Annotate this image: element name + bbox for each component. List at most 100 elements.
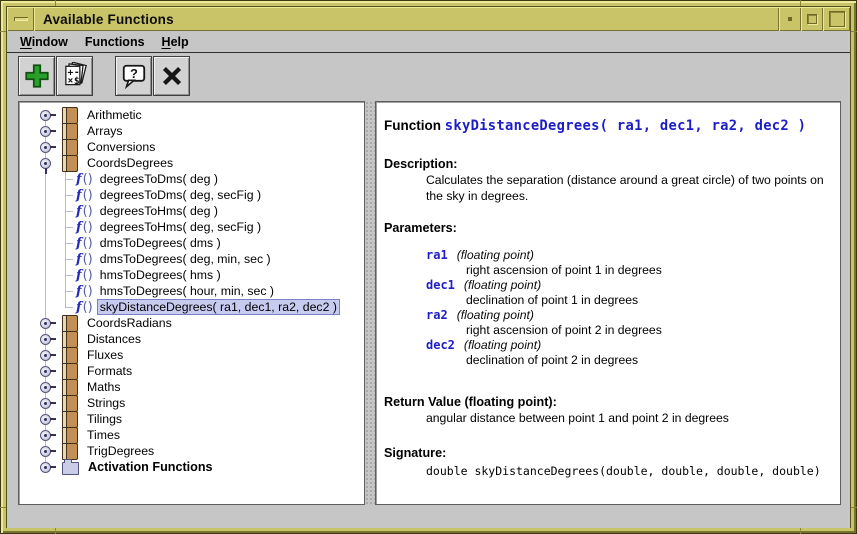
signature-code: double skyDistanceDegrees(double, double… (426, 464, 832, 478)
tree-connector (65, 291, 73, 292)
tree-item-arithmetic[interactable]: Arithmetic (19, 107, 364, 123)
tree-item-coordsradians[interactable]: CoordsRadians (19, 315, 364, 331)
tree-item-label: hmsToDegrees( hour, min, sec ) (97, 284, 277, 298)
menu-functions[interactable]: Functions (85, 35, 145, 49)
book-icon (62, 123, 78, 140)
tree-item-dmstodegrees-dms[interactable]: f()dmsToDegrees( dms ) (19, 235, 364, 251)
expand-handle-icon[interactable] (40, 350, 51, 361)
expand-handle-icon[interactable] (40, 382, 51, 393)
tree-item-label: TrigDegrees (84, 444, 157, 458)
expand-handle-icon[interactable] (40, 430, 51, 441)
param-description: right ascension of point 1 in degrees (466, 263, 832, 278)
tree-item-label: Tilings (84, 412, 125, 426)
expand-handle-icon[interactable] (40, 366, 51, 377)
frame-seam (55, 0, 56, 7)
function-icon: f() (76, 253, 93, 265)
function-icon: f() (76, 205, 93, 217)
function-tree: ArithmeticArraysConversionsCoordsDegrees… (19, 102, 364, 475)
function-icon: f() (76, 173, 93, 185)
tree-item-label: Strings (84, 396, 128, 410)
maximize-button[interactable] (823, 7, 850, 31)
tree-item-degreestohms-deg[interactable]: f() degreesToHms( deg ) (19, 203, 364, 219)
help-question-glyph: ? (130, 66, 138, 81)
frame-seam (800, 527, 801, 534)
tree-item-coordsdegrees[interactable]: CoordsDegrees (19, 155, 364, 171)
param-type: (floating point) (457, 308, 534, 322)
doc-heading: Function skyDistanceDegrees( ra1, dec1, … (384, 118, 832, 134)
expand-handle-icon[interactable] (40, 142, 51, 153)
tree-item-label: dmsToDegrees( deg, min, sec ) (97, 252, 274, 266)
tree-item-hmstodegrees-hms[interactable]: f()hmsToDegrees( hms ) (19, 267, 364, 283)
tree-item-hmstodegrees-hour-min-sec[interactable]: f()hmsToDegrees( hour, min, sec ) (19, 283, 364, 299)
restore-button[interactable] (801, 7, 823, 31)
titlebar-title-area[interactable]: Available Functions (34, 7, 779, 31)
menu-window[interactable]: Window (20, 35, 68, 49)
doc-heading-signature: skyDistanceDegrees( ra1, dec1, ra2, dec2… (445, 118, 806, 134)
tree-item-label: Activation Functions (85, 460, 216, 474)
expand-handle-icon[interactable] (40, 110, 51, 121)
tree-item-tilings[interactable]: Tilings (19, 411, 364, 427)
function-tree-panel: ArithmeticArraysConversionsCoordsDegrees… (18, 101, 365, 505)
param-description: declination of point 1 in degrees (466, 293, 832, 308)
tree-item-degreestodms-deg[interactable]: f()degreesToDms( deg ) (19, 171, 364, 187)
book-icon (62, 331, 78, 348)
tree-item-dmstodegrees-deg-min-sec[interactable]: f() dmsToDegrees( deg, min, sec ) (19, 251, 364, 267)
tree-connector (65, 243, 73, 244)
toolbar: + - × $ ? (7, 53, 850, 99)
tree-item-conversions[interactable]: Conversions (19, 139, 364, 155)
tree-item-activation-functions[interactable]: Activation Functions (19, 459, 364, 475)
expand-handle-icon[interactable] (40, 462, 51, 473)
tree-item-arrays[interactable]: Arrays (19, 123, 364, 139)
expand-handle-icon[interactable] (40, 126, 51, 137)
doc-heading-prefix: Function (384, 118, 441, 133)
maximize-square-icon (829, 11, 845, 27)
tree-item-strings[interactable]: Strings (19, 395, 364, 411)
tree-connector (65, 195, 73, 196)
description-heading: Description: (384, 157, 832, 171)
param-type: (floating point) (464, 338, 541, 352)
tree-item-label: degreesToHms( deg, secFig ) (97, 220, 264, 234)
tree-connector (65, 307, 73, 308)
minimize-button[interactable] (779, 7, 801, 31)
function-sheets-button[interactable]: + - × $ (56, 56, 93, 96)
expand-handle-icon[interactable] (40, 414, 51, 425)
parameters-list: ra1(floating point)right ascension of po… (384, 248, 832, 368)
tree-item-skydistancedegrees-ra1-dec1-ra2-dec2[interactable]: f()skyDistanceDegrees( ra1, dec1, ra2, d… (19, 299, 364, 315)
function-icon: f() (76, 221, 93, 233)
titlebar[interactable]: Available Functions (7, 7, 850, 31)
frame-seam (850, 507, 857, 508)
tree-item-maths[interactable]: Maths (19, 379, 364, 395)
tree-item-trigdegrees[interactable]: TrigDegrees (19, 443, 364, 459)
tree-item-label: Arithmetic (84, 108, 145, 122)
function-icon: f() (76, 269, 93, 281)
tree-item-distances[interactable]: Distances (19, 331, 364, 347)
tree-item-fluxes[interactable]: Fluxes (19, 347, 364, 363)
tree-item-formats[interactable]: Formats (19, 363, 364, 379)
tree-connector (65, 275, 73, 276)
tree-item-times[interactable]: Times (19, 427, 364, 443)
expand-handle-icon[interactable] (40, 398, 51, 409)
book-icon (62, 315, 78, 332)
function-sheets-icon: + - × $ (61, 62, 89, 90)
help-button[interactable]: ? (115, 56, 152, 96)
expand-handle-icon[interactable] (40, 318, 51, 329)
book-icon (62, 443, 78, 460)
collapse-handle-icon[interactable] (40, 158, 51, 169)
tree-item-degreestohms-deg-secfig[interactable]: f() degreesToHms( deg, secFig ) (19, 219, 364, 235)
param-type: (floating point) (464, 278, 541, 292)
tree-item-degreestodms-deg-secfig[interactable]: f()degreesToDms( deg, secFig ) (19, 187, 364, 203)
close-button[interactable] (153, 56, 190, 96)
menu-help[interactable]: Help (162, 35, 189, 49)
expand-handle-icon[interactable] (40, 446, 51, 457)
frame-seam (800, 0, 801, 7)
window-menu-button[interactable] (7, 7, 34, 31)
description-text: Calculates the separation (distance arou… (426, 173, 832, 204)
expand-handle-icon[interactable] (40, 334, 51, 345)
function-doc-panel: Function skyDistanceDegrees( ra1, dec1, … (375, 101, 841, 505)
split-pane: ArithmeticArraysConversionsCoordsDegrees… (7, 99, 850, 528)
add-function-button[interactable] (18, 56, 55, 96)
tree-item-label: degreesToHms( deg ) (97, 204, 221, 218)
function-icon: f() (76, 189, 93, 201)
book-icon (62, 363, 78, 380)
split-divider[interactable] (365, 101, 375, 505)
